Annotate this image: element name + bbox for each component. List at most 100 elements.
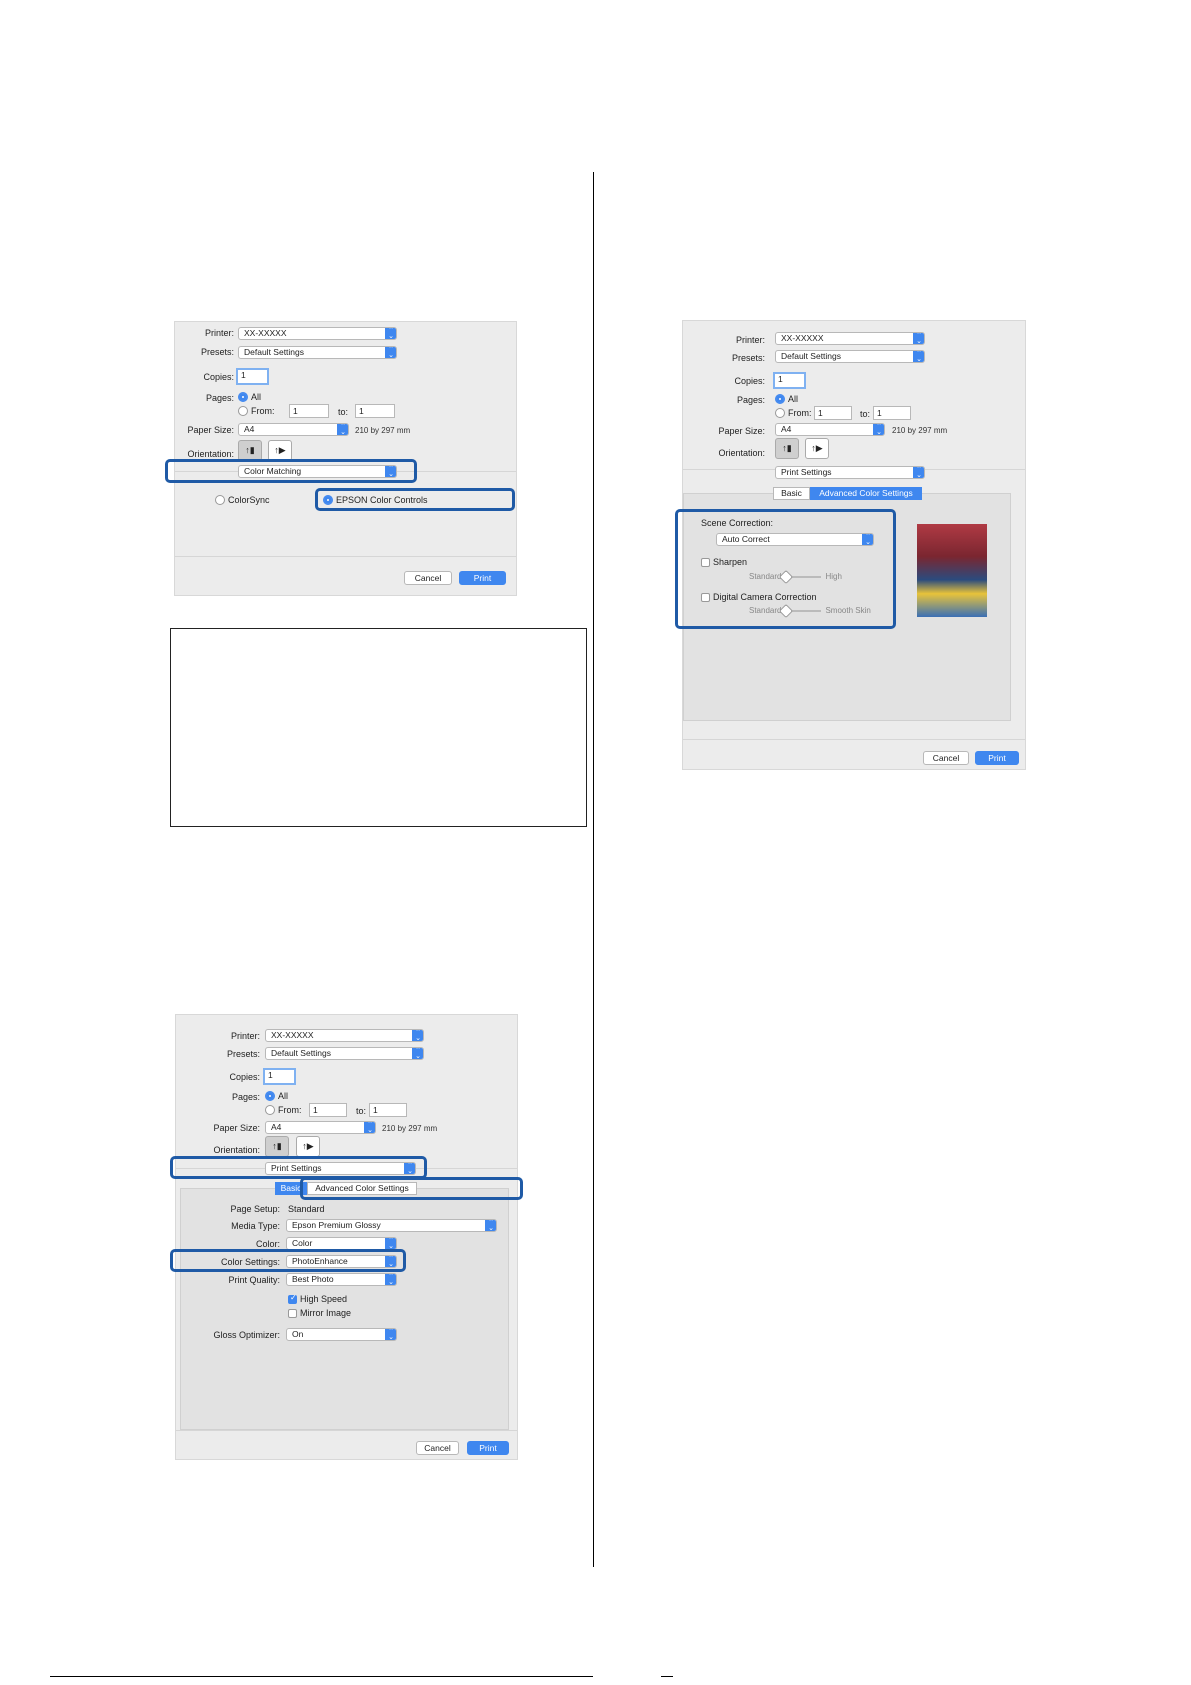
cancel-button[interactable]: Cancel	[923, 751, 969, 765]
pages-label: Pages:	[205, 393, 234, 403]
pages-all-radio[interactable]: All	[238, 392, 261, 402]
printer-popup[interactable]: XX-XXXXX ⌃ ⌄	[265, 1029, 424, 1042]
landscape-icon[interactable]: ↑▶	[268, 440, 292, 461]
panel-popup[interactable]: Print Settings ⌃ ⌄	[775, 466, 925, 479]
stepper-icon: ⌃ ⌄	[385, 1274, 396, 1285]
mirror-image-label: Mirror Image	[300, 1308, 352, 1318]
presets-label: Presets:	[731, 353, 765, 363]
paper-size-popup[interactable]: A4 ⌃ ⌄	[775, 423, 885, 436]
pages-all-label: All	[251, 392, 262, 402]
pages-from-radio[interactable]: From:	[238, 406, 275, 416]
media-type-popup[interactable]: Epson Premium Glossy ⌃ ⌄	[286, 1219, 497, 1232]
stepper-icon: ⌃ ⌄	[337, 424, 348, 435]
radio-icon	[215, 495, 225, 505]
pages-to-field[interactable]: 1	[369, 1103, 407, 1117]
stepper-icon: ⌃ ⌄	[412, 1048, 423, 1059]
mirror-image-checkbox[interactable]: Mirror Image	[288, 1308, 351, 1318]
landscape-icon[interactable]: ↑▶	[805, 438, 829, 459]
presets-popup[interactable]: Default Settings ⌃ ⌄	[238, 346, 397, 359]
copies-field[interactable]: 1	[263, 1068, 296, 1085]
landscape-icon[interactable]: ↑▶	[296, 1136, 320, 1157]
radio-icon	[238, 406, 248, 416]
copies-label: Copies:	[734, 376, 765, 386]
print-button[interactable]: Print	[975, 751, 1019, 765]
print-quality-label: Print Quality:	[228, 1275, 280, 1285]
stepper-icon: ⌃ ⌄	[412, 1030, 423, 1041]
portrait-icon[interactable]: ↑▮	[775, 438, 799, 459]
cancel-button[interactable]: Cancel	[404, 571, 452, 585]
pages-all-radio[interactable]: All	[775, 394, 798, 404]
checkbox-icon	[288, 1308, 297, 1318]
stepper-icon: ⌃ ⌄	[913, 467, 924, 478]
pages-all-radio[interactable]: All	[265, 1091, 288, 1101]
stepper-icon: ⌃ ⌄	[485, 1220, 496, 1231]
stepper-icon: ⌃ ⌄	[913, 351, 924, 362]
copies-field[interactable]: 1	[236, 368, 269, 385]
portrait-icon[interactable]: ↑▮	[238, 440, 262, 461]
orientation-label: Orientation:	[187, 449, 234, 459]
preview-photo	[917, 524, 987, 617]
stepper-icon: ⌃ ⌄	[913, 333, 924, 344]
print-dialog-color-matching: Printer: XX-XXXXX ⌃ ⌄ Presets: Default Set…	[165, 321, 517, 596]
pages-to-label: to:	[338, 407, 349, 417]
high-speed-label: High Speed	[300, 1294, 348, 1304]
cancel-button[interactable]: Cancel	[416, 1441, 459, 1455]
high-speed-checkbox[interactable]: High Speed	[288, 1293, 348, 1304]
highlight-panel-popup	[165, 459, 417, 483]
pages-label: Pages:	[231, 1092, 260, 1102]
portrait-icon[interactable]: ↑▮	[265, 1136, 289, 1157]
pages-from-radio[interactable]: From:	[265, 1105, 302, 1115]
separator	[175, 556, 516, 557]
printer-popup[interactable]: XX-XXXXX ⌃ ⌄	[775, 332, 925, 345]
radio-icon	[775, 408, 785, 418]
presets-popup[interactable]: Default Settings ⌃ ⌄	[775, 350, 925, 363]
pages-to-label: to:	[860, 409, 871, 419]
checkbox-checked-icon	[288, 1293, 297, 1304]
page-setup-label: Page Setup:	[230, 1204, 280, 1214]
printer-label: Printer:	[204, 328, 234, 338]
paper-size-dims: 210 by 297 mm	[892, 426, 948, 435]
colorsync-radio[interactable]: ColorSync	[215, 495, 270, 505]
stepper-icon: ⌃ ⌄	[385, 1329, 396, 1340]
paper-size-label: Paper Size:	[187, 425, 234, 435]
pages-label: Pages:	[736, 395, 765, 405]
pages-all-label: All	[278, 1091, 289, 1101]
highlight-scene-correction-area	[675, 509, 896, 629]
print-dialog-advanced-color: Printer: XX-XXXXX ⌃ ⌄ Presets: Default Set…	[675, 320, 1026, 770]
tab-advanced-color-settings[interactable]: Advanced Color Settings	[810, 487, 922, 500]
column-divider	[593, 172, 594, 1567]
print-button[interactable]: Print	[467, 1441, 509, 1455]
gloss-optimizer-popup[interactable]: On ⌃ ⌄	[286, 1328, 397, 1341]
pages-to-field[interactable]: 1	[873, 406, 911, 420]
pages-to-field[interactable]: 1	[355, 404, 395, 418]
tab-basic[interactable]: Basic	[773, 487, 810, 500]
footer-mark	[661, 1676, 673, 1677]
gloss-optimizer-label: Gloss Optimizer:	[213, 1330, 280, 1340]
pages-from-label: From:	[788, 408, 812, 418]
print-button[interactable]: Print	[459, 571, 506, 585]
presets-popup[interactable]: Default Settings ⌃ ⌄	[265, 1047, 424, 1060]
pages-from-field[interactable]: 1	[814, 406, 852, 420]
printer-label: Printer:	[735, 335, 765, 345]
paper-size-popup[interactable]: A4 ⌃ ⌄	[238, 423, 349, 436]
radio-selected-icon	[265, 1091, 275, 1101]
paper-size-label: Paper Size:	[213, 1123, 260, 1133]
presets-label: Presets:	[200, 347, 234, 357]
printer-label: Printer:	[230, 1031, 260, 1041]
paper-size-popup[interactable]: A4 ⌃ ⌄	[265, 1121, 376, 1134]
print-quality-popup[interactable]: Best Photo ⌃ ⌄	[286, 1273, 397, 1286]
pages-from-field[interactable]: 1	[289, 404, 329, 418]
paper-size-dims: 210 by 297 mm	[382, 1124, 438, 1133]
orientation-label: Orientation:	[213, 1145, 260, 1155]
pages-from-label: From:	[251, 406, 275, 416]
printer-popup[interactable]: XX-XXXXX ⌃ ⌄	[238, 327, 397, 340]
paper-size-label: Paper Size:	[718, 426, 765, 436]
color-label: Color:	[255, 1239, 280, 1249]
copies-field[interactable]: 1	[773, 372, 806, 389]
pages-from-radio[interactable]: From:	[775, 408, 812, 418]
radio-selected-icon	[238, 392, 248, 402]
note-box	[170, 628, 587, 827]
copies-label: Copies:	[203, 372, 234, 382]
page-setup-value: Standard	[288, 1204, 325, 1214]
pages-from-field[interactable]: 1	[309, 1103, 347, 1117]
